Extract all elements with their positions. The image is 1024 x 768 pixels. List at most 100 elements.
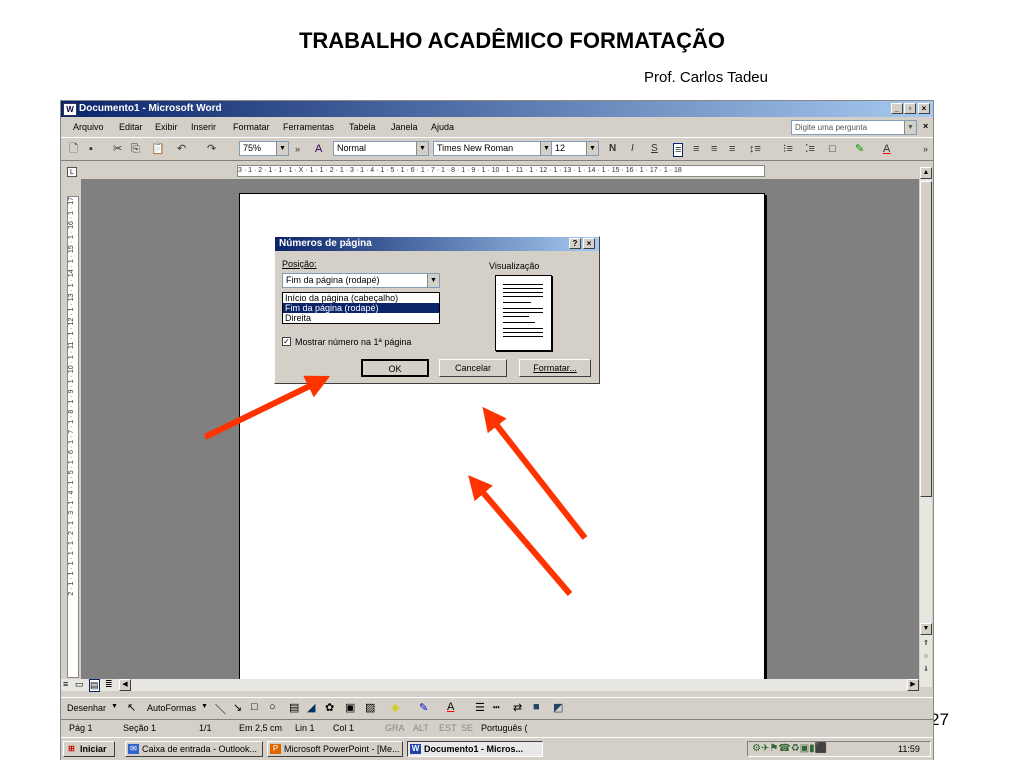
status-ext[interactable]: EST xyxy=(439,723,457,733)
wordart-icon[interactable]: ◢ xyxy=(307,701,315,714)
minimize-button[interactable]: _ xyxy=(891,103,903,114)
chevron-down-icon[interactable]: ▼ xyxy=(276,142,288,155)
picture-icon[interactable]: ▨ xyxy=(365,701,375,714)
menu-editar[interactable]: Editar xyxy=(119,122,143,132)
bold-button[interactable]: N xyxy=(609,143,616,155)
chevron-down-icon[interactable]: ▼ xyxy=(201,703,208,710)
format-button[interactable]: Formatar... xyxy=(519,359,591,377)
menu-formatar[interactable]: Formatar xyxy=(233,122,270,132)
dialog-title[interactable]: Números de página xyxy=(275,237,599,251)
chevron-down-icon[interactable]: ▼ xyxy=(416,142,428,155)
scroll-up-icon[interactable]: ▲ xyxy=(920,167,932,179)
line-style-icon[interactable]: ☰ xyxy=(475,701,485,714)
menu-ajuda[interactable]: Ajuda xyxy=(431,122,454,132)
line-tool-icon[interactable]: ＼ xyxy=(215,701,226,717)
bullets-icon[interactable]: ⁚≡ xyxy=(805,143,815,155)
option-right[interactable]: Direita xyxy=(283,313,439,323)
italic-button[interactable]: I xyxy=(631,143,634,155)
task-word[interactable]: W Documento1 - Micros... xyxy=(407,741,543,757)
status-trk[interactable]: ALT xyxy=(413,723,429,733)
position-select[interactable]: Fim da página (rodapé) ▼ xyxy=(282,273,440,288)
font-color-draw-icon[interactable]: A xyxy=(447,701,454,713)
style-select[interactable]: Normal ▼ xyxy=(333,141,429,156)
vertical-ruler[interactable]: 2 · 1 · 1 · 1 · 1 · 1 · 2 · 1 · 3 · 1 · … xyxy=(67,196,79,678)
horizontal-ruler[interactable]: 3 · 1 · 2 · 1 · 1 · 1 · X · 1 · 1 · 2 · … xyxy=(237,165,765,177)
print-view-icon[interactable]: ▤ xyxy=(89,679,100,692)
redo-icon[interactable]: ↷ xyxy=(207,143,216,155)
copy-icon[interactable]: ⎘ xyxy=(131,143,140,155)
font-size-select[interactable]: 12 ▼ xyxy=(551,141,599,156)
horizontal-scrollbar[interactable]: ≡ ▭ ▤ ≣ ◀ ▶ xyxy=(61,679,919,692)
outline-view-icon[interactable]: ≣ xyxy=(105,679,113,690)
status-ovr[interactable]: SE xyxy=(461,723,473,733)
scroll-thumb[interactable] xyxy=(920,181,932,497)
scroll-down-icon[interactable]: ▼ xyxy=(920,623,932,635)
menu-exibir[interactable]: Exibir xyxy=(155,122,178,132)
help-icon[interactable]: ? xyxy=(569,238,581,249)
menu-tabela[interactable]: Tabela xyxy=(349,122,376,132)
menu-ferramentas[interactable]: Ferramentas xyxy=(283,122,334,132)
option-header[interactable]: Início da página (cabeçalho) xyxy=(283,293,439,303)
highlight-icon[interactable]: ✎ xyxy=(855,143,864,155)
save-icon[interactable]: ▪ xyxy=(89,143,93,155)
align-right-icon[interactable]: ≡ xyxy=(711,143,717,155)
fill-color-icon[interactable]: ◈ xyxy=(391,701,399,714)
undo-icon[interactable]: ↶ xyxy=(177,143,186,155)
menu-arquivo[interactable]: Arquivo xyxy=(73,122,104,132)
next-page-icon[interactable]: ⇓ xyxy=(920,665,932,677)
justify-icon[interactable]: ≡ xyxy=(729,143,735,155)
oval-tool-icon[interactable]: ○ xyxy=(269,701,276,713)
arrow-style-icon[interactable]: ⇄ xyxy=(513,701,522,714)
font-color-icon[interactable]: A xyxy=(883,143,890,155)
line-color-icon[interactable]: ✎ xyxy=(419,701,428,714)
cancel-button[interactable]: Cancelar xyxy=(439,359,507,377)
toolbar-options-icon[interactable]: » xyxy=(923,143,928,155)
close-button[interactable]: × xyxy=(918,103,930,114)
tray-icons[interactable]: ⚙✈⚑☎♻▣▮⬛ xyxy=(752,743,827,754)
border-icon[interactable]: □ xyxy=(829,143,836,155)
paste-icon[interactable]: 📋 xyxy=(151,143,165,155)
zoom-select[interactable]: 75% ▼ xyxy=(239,141,289,156)
clipart-icon[interactable]: ▣ xyxy=(345,701,355,714)
3d-icon[interactable]: ◩ xyxy=(553,701,563,714)
dialog-close-icon[interactable]: × xyxy=(583,238,595,249)
styles-icon[interactable]: A xyxy=(315,143,322,155)
chevron-down-icon[interactable]: ▼ xyxy=(586,142,598,155)
shadow-icon[interactable]: ■ xyxy=(533,701,540,713)
start-button[interactable]: ⊞ Iniciar xyxy=(63,741,115,757)
numbering-icon[interactable]: ⁝≡ xyxy=(783,143,793,155)
ok-button[interactable]: OK xyxy=(361,359,429,377)
scroll-right-icon[interactable]: ▶ xyxy=(907,679,919,691)
font-select[interactable]: Times New Roman ▼ xyxy=(433,141,553,156)
line-spacing-icon[interactable]: ↕≡ xyxy=(749,143,761,155)
align-center-icon[interactable]: ≡ xyxy=(693,143,699,155)
rectangle-tool-icon[interactable]: □ xyxy=(251,701,258,713)
select-objects-icon[interactable]: ↖ xyxy=(127,701,136,714)
tab-selector[interactable]: L xyxy=(67,167,77,177)
normal-view-icon[interactable]: ≡ xyxy=(63,679,68,689)
task-outlook[interactable]: ✉ Caixa de entrada - Outlook... xyxy=(125,741,263,757)
dash-style-icon[interactable]: ┅ xyxy=(493,701,500,714)
close-document-icon[interactable]: × xyxy=(923,121,928,131)
show-first-page-checkbox[interactable]: ✓ xyxy=(282,337,291,346)
previous-page-icon[interactable]: ⇑ xyxy=(920,639,932,651)
more-buttons-icon[interactable]: » xyxy=(295,143,300,155)
task-powerpoint[interactable]: P Microsoft PowerPoint - [Me... xyxy=(267,741,403,757)
vertical-scrollbar[interactable]: ▲ ▼ ⇑ ○ ⇓ xyxy=(920,167,932,687)
menu-inserir[interactable]: Inserir xyxy=(191,122,216,132)
draw-menu[interactable]: Desenhar xyxy=(67,703,106,713)
arrow-tool-icon[interactable]: ↘ xyxy=(233,701,242,714)
chevron-down-icon[interactable]: ▼ xyxy=(904,121,916,134)
option-footer[interactable]: Fim da página (rodapé) xyxy=(283,303,439,313)
chevron-down-icon[interactable]: ▼ xyxy=(427,274,439,287)
underline-button[interactable]: S xyxy=(651,143,658,155)
align-left-icon[interactable]: ≡ xyxy=(673,143,684,157)
cut-icon[interactable]: ✂ xyxy=(113,143,122,155)
scroll-left-icon[interactable]: ◀ xyxy=(119,679,131,691)
web-view-icon[interactable]: ▭ xyxy=(75,679,84,690)
menu-janela[interactable]: Janela xyxy=(391,122,418,132)
textbox-icon[interactable]: ▤ xyxy=(289,701,299,714)
window-title-bar[interactable]: W Documento1 - Microsoft Word _ ▫ × xyxy=(61,101,933,117)
ask-question-box[interactable]: Digite uma pergunta ▼ xyxy=(791,120,917,135)
new-document-icon[interactable]: 🗋 xyxy=(69,143,78,155)
